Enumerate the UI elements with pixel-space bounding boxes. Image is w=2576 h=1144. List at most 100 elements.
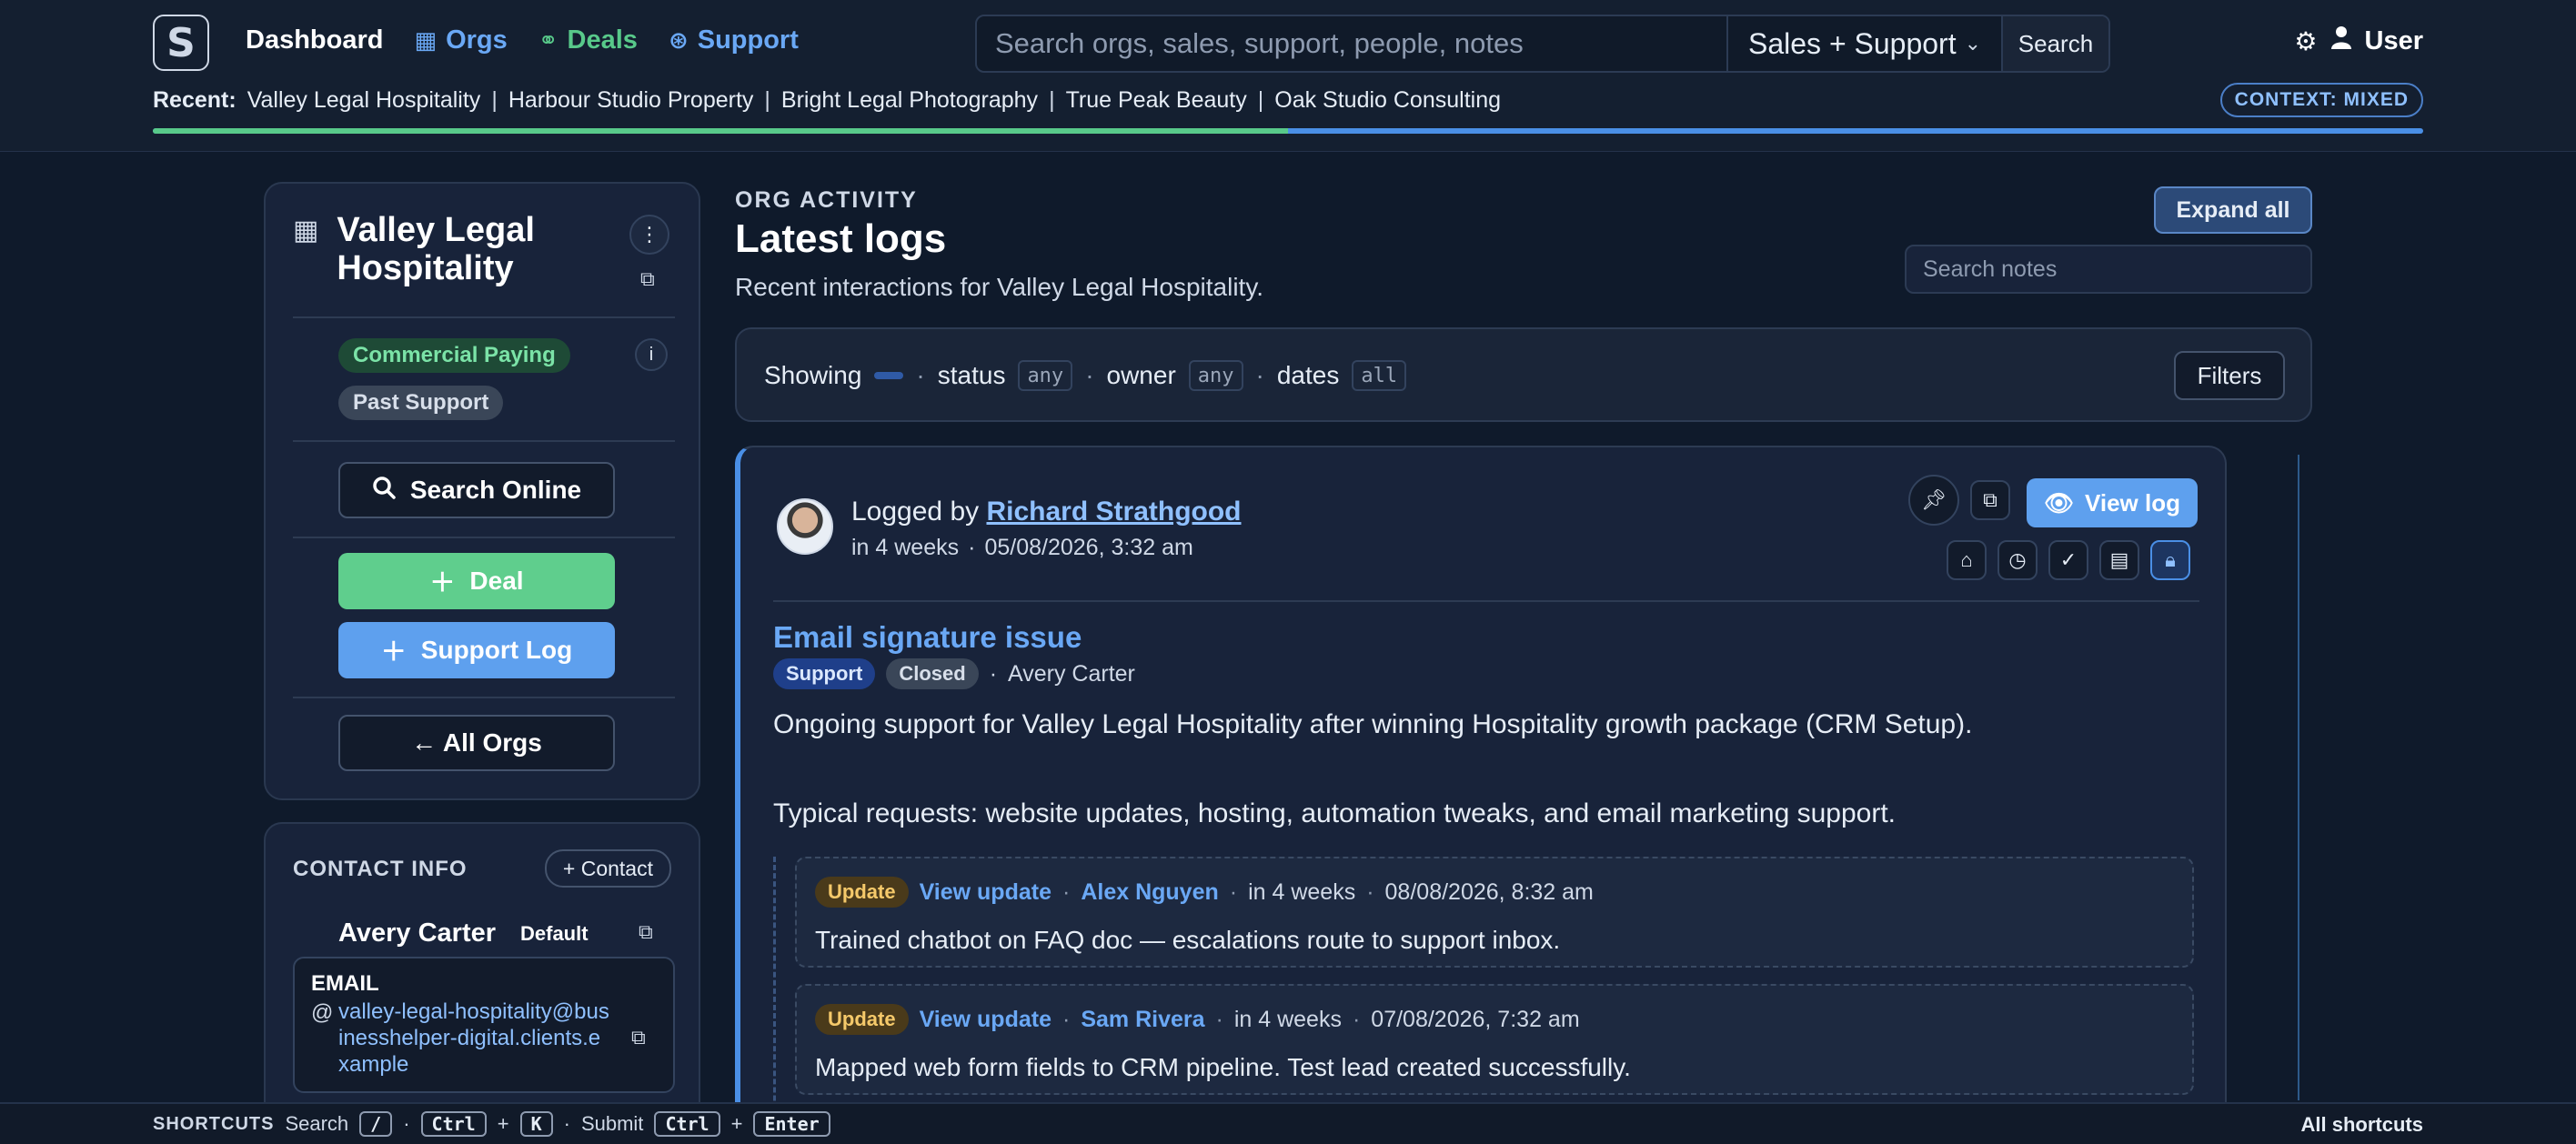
status-filter-value[interactable]: any bbox=[1018, 360, 1073, 391]
all-shortcuts-link[interactable]: All shortcuts bbox=[2301, 1113, 2423, 1137]
log-title[interactable]: Email signature issue bbox=[773, 620, 1082, 655]
top-bar: S Dashboard ▦ Orgs ⚭ Deals ⊛ Support Sal… bbox=[0, 0, 2576, 152]
search-online-button[interactable]: Search Online bbox=[338, 462, 615, 518]
nav-support-label: Support bbox=[697, 25, 799, 55]
search-button[interactable]: Search bbox=[2001, 16, 2108, 71]
separator: · bbox=[1062, 1006, 1071, 1032]
more-options-button[interactable]: ⋮ bbox=[629, 215, 669, 255]
add-deal-button[interactable]: ＋ Deal bbox=[338, 553, 615, 609]
separator: · bbox=[989, 660, 998, 687]
nav-support[interactable]: ⊛ Support bbox=[669, 25, 799, 55]
at-icon: @ bbox=[311, 1000, 334, 1025]
add-contact-button[interactable]: + Contact bbox=[544, 849, 671, 888]
building-icon: ▦ bbox=[414, 26, 438, 54]
pin-button[interactable]: 📌︎ bbox=[1908, 475, 1959, 526]
dates-filter-label: dates bbox=[1276, 361, 1340, 389]
global-search-input[interactable] bbox=[977, 16, 1726, 71]
separator: | bbox=[1049, 87, 1055, 113]
shortcuts-title: SHORTCUTS bbox=[153, 1113, 275, 1134]
recent-link[interactable]: Valley Legal Hospitality bbox=[247, 87, 481, 114]
app-logo[interactable]: S bbox=[153, 15, 209, 71]
check-circle-icon: ✓ bbox=[2059, 548, 2078, 571]
recent-link[interactable]: Oak Studio Consulting bbox=[1274, 87, 1501, 114]
nav-deals[interactable]: ⚭ Deals bbox=[538, 25, 638, 55]
notes-search-input[interactable] bbox=[1905, 245, 2312, 294]
building-icon: ▦ bbox=[293, 216, 319, 246]
status-badge-past-support: Past Support bbox=[338, 386, 504, 420]
clock-button[interactable]: ◷ bbox=[1997, 540, 2038, 580]
log-body-paragraph: Typical requests: website updates, hosti… bbox=[773, 798, 1896, 828]
inbox-button[interactable]: ⌂ bbox=[1947, 540, 1987, 580]
chevron-down-icon: ⌄ bbox=[1964, 32, 1981, 55]
copy-icon[interactable]: ⧉ bbox=[640, 267, 655, 291]
clipboard-button[interactable]: ▤ bbox=[2099, 540, 2139, 580]
copy-icon[interactable]: ⧉ bbox=[639, 920, 653, 944]
expand-all-button[interactable]: Expand all bbox=[2154, 186, 2312, 234]
pin-icon: 📌︎ bbox=[1921, 488, 1947, 511]
recent-link[interactable]: True Peak Beauty bbox=[1066, 87, 1247, 114]
scrollbar[interactable] bbox=[2298, 455, 2299, 1100]
context-progress-bar bbox=[153, 128, 2423, 134]
status-badge: Closed bbox=[886, 658, 979, 689]
copy-icon[interactable]: ⧉ bbox=[631, 1026, 646, 1049]
logged-by: Logged by Richard Strathgood bbox=[851, 497, 1242, 527]
user-menu[interactable]: ⚙ User bbox=[2294, 25, 2423, 56]
recent-link[interactable]: Bright Legal Photography bbox=[781, 87, 1038, 114]
add-deal-label: Deal bbox=[469, 567, 524, 595]
logged-by-prefix: Logged by bbox=[851, 497, 980, 527]
update-author-link[interactable]: Sam Rivera bbox=[1081, 1007, 1204, 1033]
separator: · bbox=[1215, 1006, 1223, 1032]
info-icon[interactable]: i bbox=[635, 338, 668, 371]
separator: · bbox=[1255, 361, 1264, 389]
update-author-link[interactable]: Alex Nguyen bbox=[1081, 879, 1218, 906]
add-support-log-button[interactable]: ＋ Support Log bbox=[338, 622, 615, 678]
shortcuts-bar: SHORTCUTS Search / · Ctrl + K · Submit C… bbox=[0, 1102, 2576, 1144]
plus-icon: ＋ bbox=[380, 637, 407, 666]
context-progress-fill bbox=[153, 128, 1288, 134]
contact-name: Avery Carter bbox=[338, 918, 497, 948]
update-datetime: 07/08/2026, 7:32 am bbox=[1371, 1006, 1580, 1032]
eye-icon: 👁︎ bbox=[2043, 488, 2074, 517]
separator: | bbox=[764, 87, 770, 113]
assignee: Avery Carter bbox=[1008, 660, 1135, 687]
shortcut-search-label: Search bbox=[285, 1112, 349, 1135]
filters-button[interactable]: Filters bbox=[2174, 351, 2285, 400]
update-card: Update View update · Alex Nguyen · in 4 … bbox=[795, 857, 2194, 968]
global-search: Sales + Support ⌄ Search bbox=[975, 15, 2110, 73]
divider bbox=[293, 697, 675, 698]
contact-info-card: CONTACT INFO + Contact Avery Carter Defa… bbox=[264, 822, 700, 1144]
owner-filter-value[interactable]: any bbox=[1188, 360, 1243, 391]
page-subtitle: Recent interactions for Valley Legal Hos… bbox=[735, 273, 1264, 301]
status-filter-label: status bbox=[937, 361, 1006, 389]
lock-button[interactable]: 🔒︎ bbox=[2150, 540, 2190, 580]
author-link[interactable]: Richard Strathgood bbox=[986, 497, 1241, 527]
view-update-link[interactable]: View update bbox=[920, 879, 1052, 906]
separator: · bbox=[1352, 1006, 1361, 1032]
all-orgs-button[interactable]: ← All Orgs bbox=[338, 715, 615, 771]
update-text: Trained chatbot on FAQ doc — escalations… bbox=[815, 926, 1561, 954]
log-datetime: 05/08/2026, 3:32 am bbox=[984, 535, 1193, 560]
dates-filter-value[interactable]: all bbox=[1352, 360, 1407, 391]
update-text: Mapped web form fields to CRM pipeline. … bbox=[815, 1053, 1631, 1081]
email-link[interactable]: valley-legal-hospitality@businesshelper-… bbox=[338, 998, 611, 1078]
search-online-label: Search Online bbox=[409, 476, 582, 504]
nav-dashboard[interactable]: Dashboard bbox=[246, 25, 383, 55]
nav-orgs-label: Orgs bbox=[446, 25, 508, 55]
view-update-link[interactable]: View update bbox=[920, 1007, 1052, 1033]
check-button[interactable]: ✓ bbox=[2048, 540, 2088, 580]
separator: · bbox=[1229, 878, 1238, 905]
owner-filter-label: owner bbox=[1106, 361, 1176, 389]
nav-orgs[interactable]: ▦ Orgs bbox=[414, 25, 507, 55]
type-badge: Support bbox=[773, 658, 876, 689]
separator: · bbox=[403, 1112, 410, 1135]
view-log-button[interactable]: 👁︎ View log bbox=[2027, 478, 2198, 527]
status-badge-commercial: Commercial Paying bbox=[338, 338, 570, 373]
recent-orgs: Recent: Valley Legal Hospitality | Harbo… bbox=[153, 87, 1501, 114]
recent-link[interactable]: Harbour Studio Property bbox=[508, 87, 754, 114]
key-ctrl: Ctrl bbox=[420, 1111, 487, 1137]
recent-label: Recent: bbox=[153, 87, 236, 113]
copy-button[interactable]: ⧉ bbox=[1970, 480, 2010, 520]
search-scope-select[interactable]: Sales + Support ⌄ bbox=[1726, 16, 2001, 71]
separator: · bbox=[1366, 878, 1374, 905]
gear-icon[interactable]: ⚙ bbox=[2294, 26, 2317, 56]
